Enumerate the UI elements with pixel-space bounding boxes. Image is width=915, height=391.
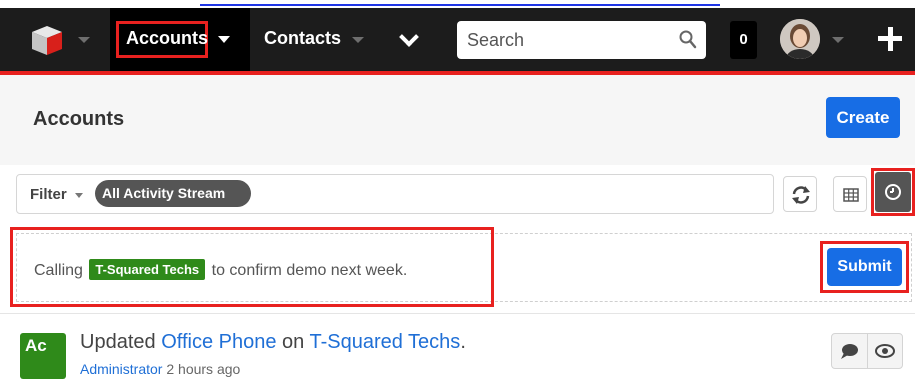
- mention-tag[interactable]: T-Squared Techs: [89, 259, 206, 280]
- post-text-after: to confirm demo next week.: [211, 262, 408, 279]
- user-avatar[interactable]: [780, 19, 820, 59]
- activity-verb: Updated: [80, 331, 156, 353]
- activity-summary: Updated Office Phone on T-Squared Techs.: [80, 331, 466, 354]
- refresh-icon: [792, 186, 810, 204]
- tab-contacts-label[interactable]: Contacts: [264, 28, 341, 49]
- eye-icon[interactable]: [868, 334, 903, 368]
- filter-caret-icon[interactable]: [75, 193, 83, 198]
- filter-dropdown-label[interactable]: Filter: [30, 186, 67, 203]
- quick-create-plus-icon-vertical[interactable]: [888, 27, 893, 51]
- activity-meta: Administrator 2 hours ago: [80, 361, 240, 377]
- logo-menu-caret-icon[interactable]: [78, 37, 90, 43]
- post-text[interactable]: Calling T-Squared Techs to confirm demo …: [34, 259, 407, 280]
- contacts-caret-icon[interactable]: [352, 37, 364, 43]
- activity-preposition: on: [282, 331, 305, 353]
- list-view-button[interactable]: [833, 176, 867, 212]
- page-title: Accounts: [33, 108, 125, 130]
- activity-author-link[interactable]: Administrator: [80, 361, 162, 377]
- create-button[interactable]: Create: [826, 97, 900, 138]
- more-modules-chevron-icon[interactable]: [399, 27, 419, 47]
- activity-record-link[interactable]: T-Squared Techs: [309, 331, 460, 353]
- accounts-caret-icon[interactable]: [218, 36, 230, 43]
- tab-accounts-label[interactable]: Accounts: [126, 28, 208, 49]
- activity-field-link[interactable]: Office Phone: [161, 331, 276, 353]
- activity-actions: [831, 333, 903, 369]
- table-icon: [843, 188, 859, 202]
- link-underline: [200, 4, 720, 6]
- top-link-strip: [0, 0, 915, 8]
- activity-stream-highlight: [871, 168, 915, 216]
- comment-icon[interactable]: [832, 334, 867, 368]
- user-photo-icon: [780, 19, 820, 59]
- post-text-before: Calling: [34, 262, 83, 279]
- activity-end: .: [460, 331, 466, 353]
- refresh-button[interactable]: [783, 176, 817, 212]
- filter-pill[interactable]: All Activity Stream: [95, 180, 251, 207]
- activity-avatar[interactable]: Ac: [20, 333, 66, 379]
- divider: [0, 313, 915, 314]
- activity-time: 2 hours ago: [166, 361, 241, 377]
- list-header: [0, 75, 915, 165]
- notification-count-badge[interactable]: 0: [730, 21, 757, 59]
- sugar-cube-logo-icon[interactable]: [28, 24, 66, 56]
- search-icon[interactable]: [679, 30, 697, 50]
- global-search[interactable]: [457, 21, 706, 59]
- user-menu-caret-icon[interactable]: [832, 37, 844, 43]
- search-input[interactable]: [457, 21, 706, 59]
- submit-button[interactable]: Submit: [827, 248, 902, 286]
- navbar: Accounts Contacts 0: [0, 8, 915, 71]
